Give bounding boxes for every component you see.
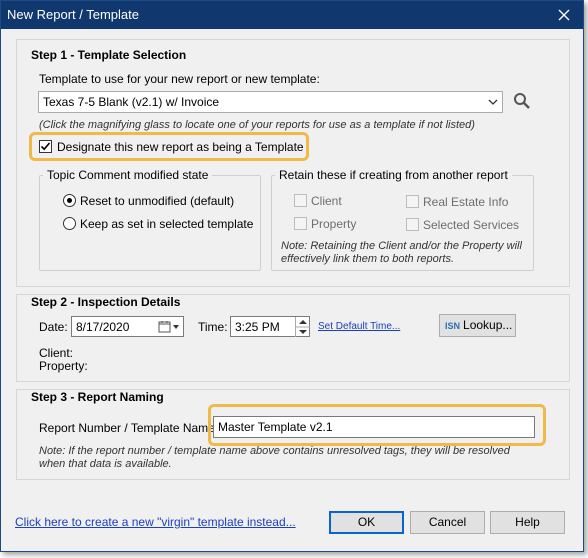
- report-name-value: Master Template v2.1: [218, 420, 333, 434]
- template-label: Template to use for your new report or n…: [39, 72, 320, 86]
- set-default-time-link[interactable]: Set Default Time...: [318, 321, 400, 332]
- create-virgin-template-link[interactable]: Click here to create a new "virgin" temp…: [15, 515, 296, 529]
- step2-title: Step 2 - Inspection Details: [31, 295, 181, 309]
- client-checkbox-label: Client: [311, 194, 342, 208]
- retain-note: Note: Retaining the Client and/or the Pr…: [281, 240, 522, 265]
- window-title: New Report / Template: [7, 7, 139, 22]
- date-input[interactable]: 8/17/2020: [71, 316, 184, 337]
- radio-reset-unmodified[interactable]: [63, 194, 76, 207]
- report-name-input[interactable]: Master Template v2.1: [213, 416, 535, 438]
- isn-badge-icon: ISN: [445, 321, 461, 331]
- lookup-label: Lookup...: [463, 318, 513, 332]
- date-label: Date:: [39, 320, 68, 334]
- calendar-icon[interactable]: [158, 320, 182, 334]
- lookup-button[interactable]: ISN Lookup...: [439, 314, 516, 337]
- title-bar[interactable]: New Report / Template: [1, 1, 583, 29]
- client-checkbox[interactable]: [294, 194, 307, 207]
- radio-reset-label[interactable]: Reset to unmodified (default): [80, 194, 234, 208]
- close-icon[interactable]: [553, 4, 575, 26]
- report-name-note: Note: If the report number / template na…: [39, 445, 510, 470]
- property-label: Property:: [39, 359, 88, 373]
- date-value: 8/17/2020: [76, 320, 130, 334]
- time-input[interactable]: 3:25 PM: [230, 316, 310, 337]
- property-checkbox-label: Property: [311, 217, 357, 231]
- real-estate-info-checkbox[interactable]: [406, 195, 419, 208]
- time-label: Time:: [198, 320, 228, 334]
- help-button[interactable]: Help: [490, 511, 565, 534]
- spin-down-icon: [299, 330, 307, 334]
- designate-label[interactable]: Designate this new report as being a Tem…: [57, 140, 304, 154]
- real-estate-info-label: Real Estate Info: [423, 195, 509, 209]
- search-icon[interactable]: [513, 92, 531, 110]
- template-hint: (Click the magnifying glass to locate on…: [39, 119, 475, 131]
- client-label: Client:: [39, 346, 74, 360]
- template-select-value: Texas 7-5 Blank (v2.1) w/ Invoice: [43, 95, 220, 109]
- cancel-button[interactable]: Cancel: [410, 511, 485, 534]
- step3-title: Step 3 - Report Naming: [31, 390, 164, 404]
- time-value: 3:25 PM: [235, 320, 280, 334]
- chevron-down-icon: [488, 96, 498, 106]
- property-checkbox[interactable]: [294, 217, 307, 230]
- retain-group-title: Retain these if creating from another re…: [275, 168, 512, 182]
- ok-button[interactable]: OK: [329, 511, 404, 534]
- template-select[interactable]: Texas 7-5 Blank (v2.1) w/ Invoice: [38, 91, 503, 113]
- designate-checkbox[interactable]: [39, 140, 52, 153]
- radio-keep-label[interactable]: Keep as set in selected template: [80, 217, 253, 231]
- step1-title: Step 1 - Template Selection: [31, 48, 187, 62]
- report-name-label: Report Number / Template Name:: [39, 421, 219, 435]
- selected-services-checkbox[interactable]: [406, 218, 419, 231]
- dialog-window: New Report / Template Step 1 - Template …: [0, 0, 584, 552]
- topic-comment-group-title: Topic Comment modified state: [43, 168, 213, 182]
- radio-keep-as-set[interactable]: [63, 217, 76, 230]
- check-icon: [40, 142, 51, 151]
- spin-up-icon: [299, 320, 307, 324]
- time-spinner[interactable]: [295, 317, 310, 337]
- selected-services-label: Selected Services: [423, 218, 520, 232]
